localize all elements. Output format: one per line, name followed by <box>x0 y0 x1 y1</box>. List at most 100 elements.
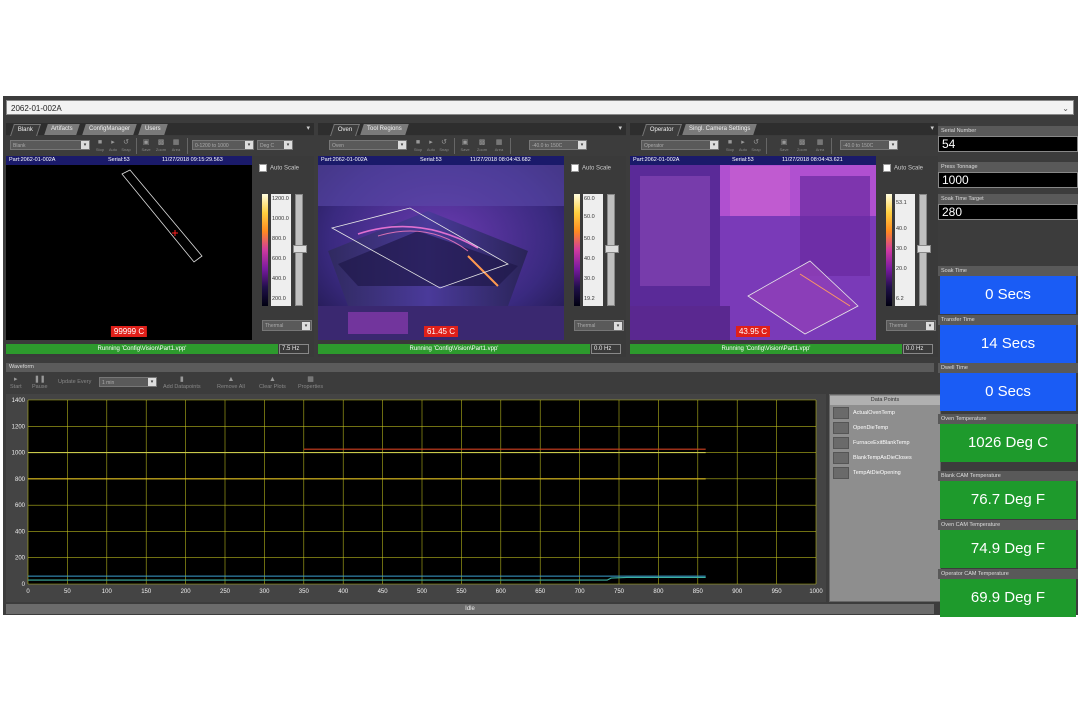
range-select[interactable]: -40.0 to 150C ▾ <box>529 140 587 150</box>
palette-select[interactable]: Thermal ▾ <box>574 320 624 331</box>
auto-scale-checkbox[interactable]: Auto Scale <box>883 164 923 172</box>
camera-select[interactable]: Oven ▾ <box>329 140 407 150</box>
legend-swatch <box>833 452 849 464</box>
slider-thumb[interactable] <box>917 245 931 253</box>
clear-plots-button[interactable]: ▲ Clear Plots <box>259 375 286 390</box>
x-tick-label: 1000 <box>809 589 823 595</box>
remove-all-button[interactable]: ▲ Remove All <box>217 375 245 390</box>
tab-blank[interactable]: Blank <box>10 124 41 136</box>
temperature-badge: 61.45 C <box>423 326 459 337</box>
tab-oven[interactable]: Oven <box>330 124 361 136</box>
slider-thumb[interactable] <box>605 245 619 253</box>
scale-panel: Auto Scale 60.0 50.0 50.0 40.0 30.0 19.2… <box>564 156 626 340</box>
zoom-button[interactable]: ▩ Zoom <box>796 138 808 154</box>
legend-item[interactable]: FurnaceExitBlankTemp <box>833 437 939 449</box>
play-icon: ▸ <box>741 139 745 146</box>
legend-item[interactable]: TempAtDieOpening <box>833 467 939 479</box>
panel-menu-icon[interactable]: ▾ <box>306 124 310 132</box>
zoom-button[interactable]: ▩ Zoom <box>155 138 167 154</box>
legend-item[interactable]: BlankTempAsDieCloses <box>833 452 939 464</box>
save-button[interactable]: ▣ Save <box>140 138 152 154</box>
auto-scale-checkbox[interactable]: Auto Scale <box>259 164 299 172</box>
tab-tool-regions[interactable]: Tool Regions <box>360 124 409 135</box>
auto-button[interactable]: ▸ Auto <box>737 138 749 154</box>
save-button[interactable]: ▣ Save <box>459 138 471 154</box>
tab-single-camera-settings[interactable]: Singl. Camera Settings <box>682 124 758 135</box>
legend-swatch <box>833 467 849 479</box>
snap-button[interactable]: ↺ Snap <box>438 138 450 154</box>
slider-thumb[interactable] <box>293 245 307 253</box>
scale-tick: 50.0 <box>584 236 595 242</box>
legend-item[interactable]: OpenDieTemp <box>833 422 939 434</box>
area-button[interactable]: ▦ Area <box>493 138 505 154</box>
snap-button[interactable]: ↺ Snap <box>120 138 132 154</box>
scale-slider[interactable] <box>605 194 619 306</box>
chevron-down-icon: ▾ <box>81 141 89 149</box>
toolbar-divider <box>187 138 188 154</box>
auto-button[interactable]: ▸ Auto <box>425 138 437 154</box>
tab-artifacts[interactable]: Artifacts <box>44 124 80 135</box>
update-every-select[interactable]: 1 min ▾ <box>99 377 157 387</box>
toolbar-divider <box>831 138 832 154</box>
camera-panel-operator: Operator Singl. Camera Settings ▾ Operat… <box>630 123 938 357</box>
zoom-icon: ▩ <box>798 139 806 146</box>
x-tick-label: 100 <box>102 589 113 595</box>
x-tick-label: 550 <box>456 589 467 595</box>
range-select[interactable]: -40.0 to 150C ▾ <box>840 140 898 150</box>
palette-select[interactable]: Thermal ▾ <box>262 320 312 331</box>
chevron-down-icon[interactable]: ⌄ <box>1062 101 1069 116</box>
header-timestamp: 11/27/2018 08:04:43.682 <box>470 157 531 163</box>
zoom-button[interactable]: ▩ Zoom <box>476 138 488 154</box>
scale-slider[interactable] <box>917 194 931 306</box>
update-every-label: Update Every <box>58 379 92 385</box>
press-tonnage-input[interactable]: 1000 <box>938 172 1078 188</box>
legend-item[interactable]: ActualOvenTemp <box>833 407 939 419</box>
add-datapoints-button[interactable]: ▮ Add Datapoints <box>163 375 201 390</box>
panel-menu-icon[interactable]: ▾ <box>618 124 622 132</box>
snap-button[interactable]: ↺ Snap <box>750 138 762 154</box>
properties-button[interactable]: ▦ Properties <box>298 375 323 390</box>
running-status: Running 'Config\Vision\Part1.vpp' <box>6 344 278 354</box>
palette-select[interactable]: Thermal ▾ <box>886 320 936 331</box>
camera-select[interactable]: Blank ▾ <box>10 140 90 150</box>
x-tick-label: 150 <box>141 589 152 595</box>
scale-slider[interactable] <box>293 194 307 306</box>
thermal-view-operator[interactable]: Part:2062-01-002A Serial:53 11/27/2018 0… <box>630 156 876 340</box>
scale-tick: 30.0 <box>896 246 907 252</box>
part-number-select[interactable]: 2062-01-002A ⌄ <box>6 100 1074 115</box>
stop-button[interactable]: ■ Stop <box>412 138 424 154</box>
auto-button[interactable]: ▸ Auto <box>107 138 119 154</box>
scale-ticks: 60.0 50.0 50.0 40.0 30.0 19.2 <box>583 194 603 306</box>
range-select[interactable]: 0-1200 to 1000 ▾ <box>192 140 254 150</box>
scale-tick: 40.0 <box>584 256 595 262</box>
stop-button[interactable]: ■ Stop <box>94 138 106 154</box>
serial-number-input[interactable]: 54 <box>938 136 1078 152</box>
unit-select[interactable]: Deg C ▾ <box>257 140 293 150</box>
camera-select[interactable]: Operator ▾ <box>641 140 719 150</box>
auto-scale-checkbox[interactable]: Auto Scale <box>571 164 611 172</box>
thermal-image <box>121 169 203 263</box>
panel-menu-icon[interactable]: ▾ <box>930 124 934 132</box>
thermal-view-oven[interactable]: Part:2062-01-002A Serial:53 11/27/2018 0… <box>318 156 564 340</box>
waveform-chart: 0 50 100 150 200 250 300 350 400 450 500 550 600 650 7… <box>12 398 824 595</box>
tab-configmanager[interactable]: ConfigManager <box>82 124 137 135</box>
start-button[interactable]: ▸ Start <box>10 375 22 390</box>
color-gradient-bar <box>262 194 268 306</box>
soak-time-target-input[interactable]: 280 <box>938 204 1078 220</box>
tab-users[interactable]: Users <box>138 124 168 135</box>
stop-button[interactable]: ■ Stop <box>724 138 736 154</box>
y-tick-label: 800 <box>15 477 26 483</box>
thermal-view-blank[interactable]: Part:2062-01-002A Serial:53 11/27/2018 0… <box>6 156 252 340</box>
area-button[interactable]: ▦ Area <box>814 138 826 154</box>
blank-cam-temperature-value: 76.7 Deg F <box>940 481 1076 519</box>
waveform-plot[interactable]: 0 50 100 150 200 250 300 350 400 450 500 550 600 650 7… <box>6 394 826 602</box>
header-part: Part:2062-01-002A <box>633 157 680 163</box>
scale-panel: Auto Scale 1200.0 1000.0 800.0 600.0 400… <box>252 156 314 340</box>
area-button[interactable]: ▦ Area <box>170 138 182 154</box>
part-number-value: 2062-01-002A <box>11 104 62 113</box>
save-button[interactable]: ▣ Save <box>778 138 790 154</box>
pause-button[interactable]: ❚❚ Pause <box>32 375 48 390</box>
scale-tick: 53.1 <box>896 200 907 206</box>
camera-panel-oven: Oven Tool Regions ▾ Oven ▾ ■ Stop ▸ Auto ↺ S… <box>318 123 626 357</box>
tab-operator[interactable]: Operator <box>642 124 682 136</box>
